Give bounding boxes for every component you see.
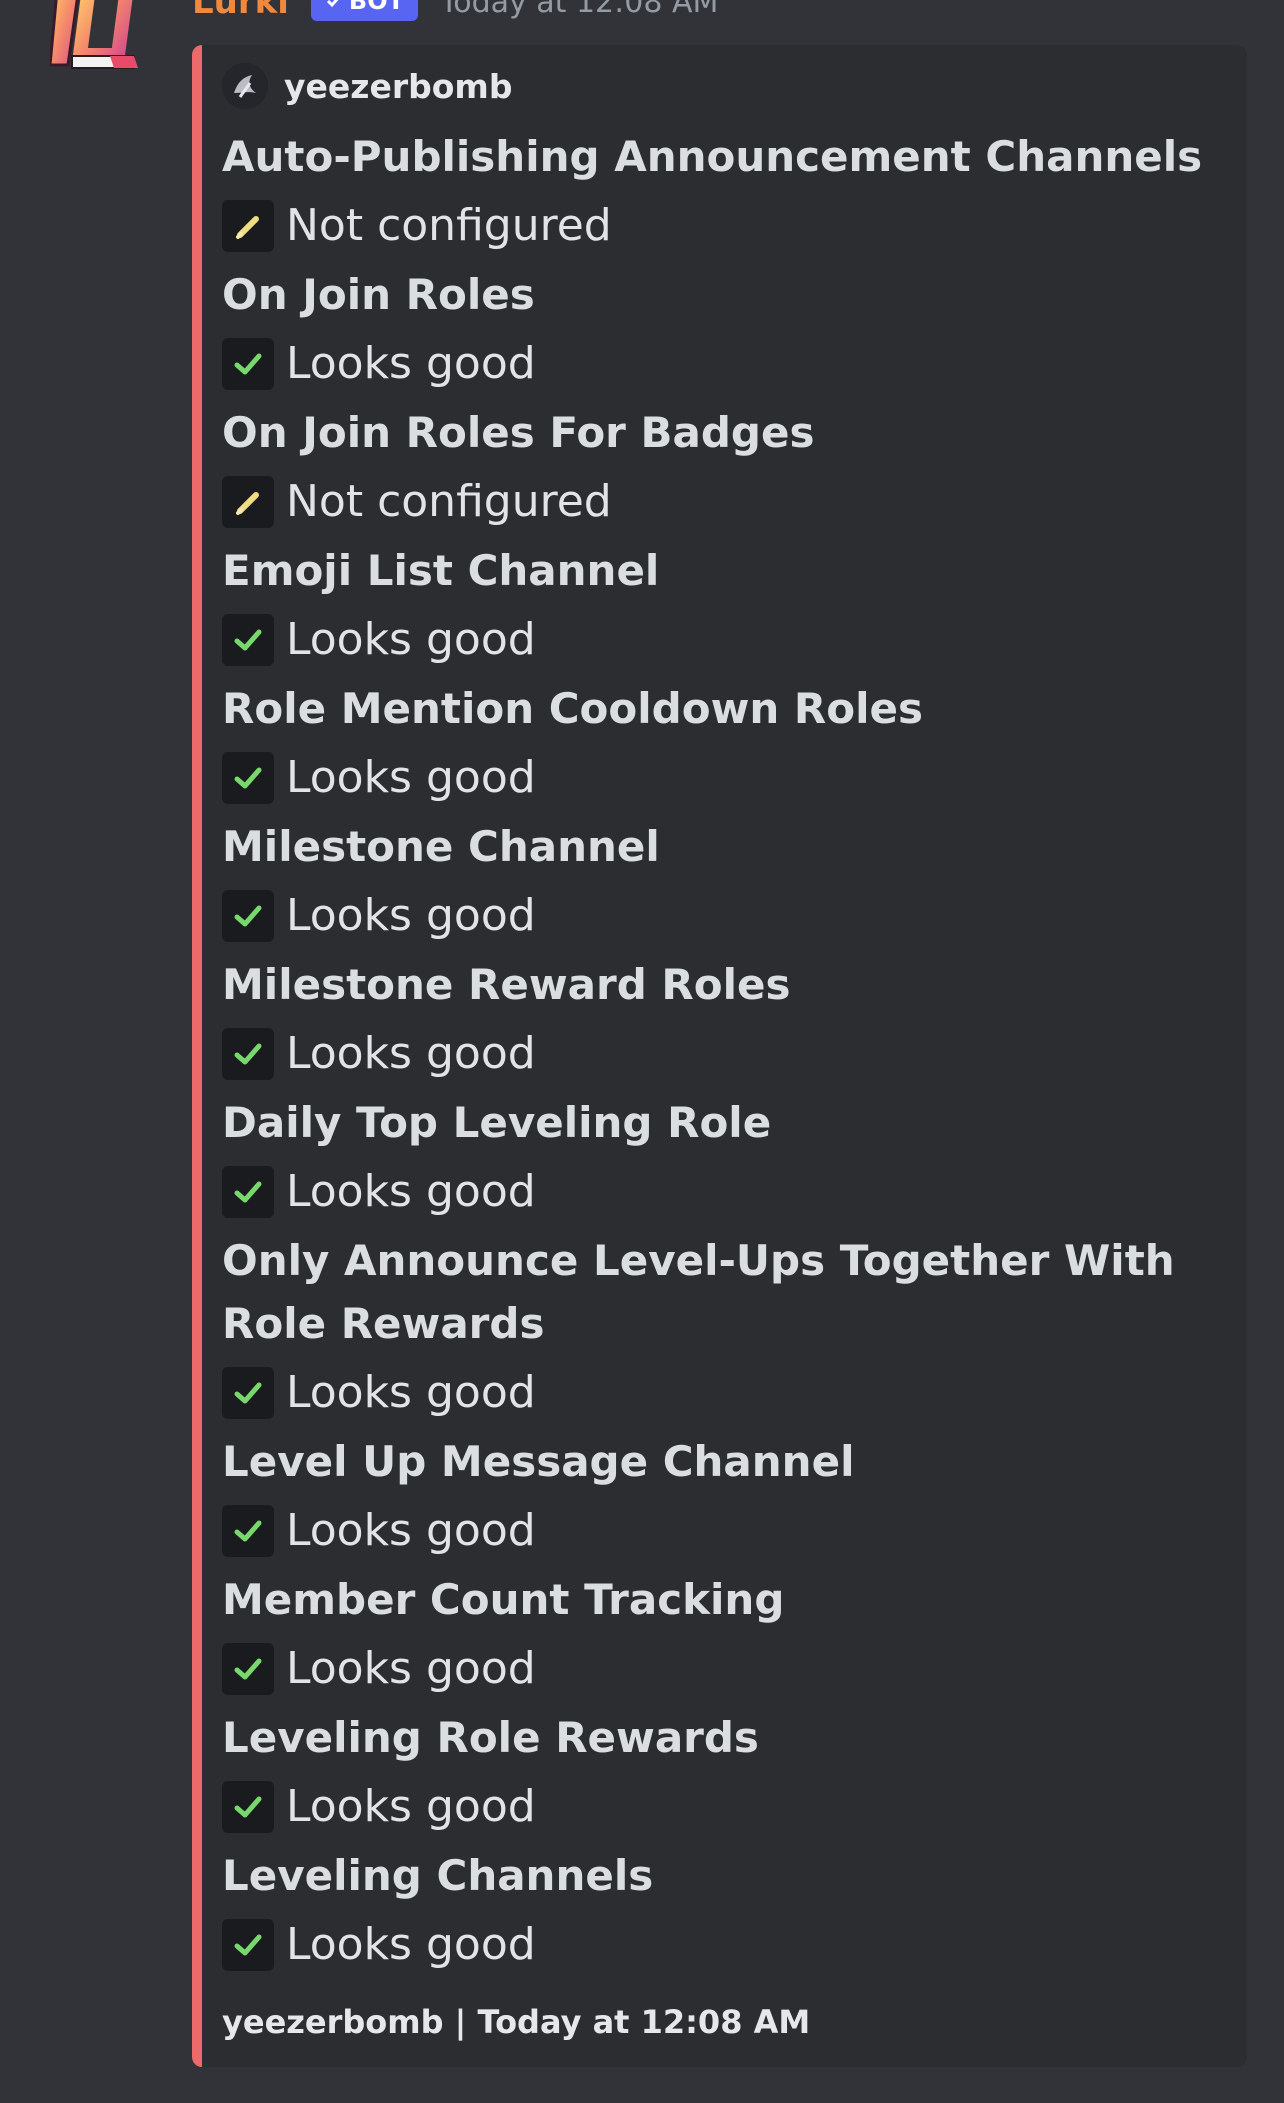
checkmark-icon [222,1027,274,1080]
field-value: Looks good [222,1493,1222,1568]
field-value: Looks good [222,1769,1222,1844]
field-name: Milestone Reward Roles [222,960,791,1009]
field-value: Looks good [222,878,1222,953]
checkmark-icon [222,1642,274,1695]
checkmark-icon [222,1780,274,1833]
field-name: Daily Top Leveling Role [222,1098,772,1147]
field-status-text: Looks good [286,1643,536,1694]
field-status-text: Looks good [286,890,536,941]
field-name: Milestone Channel [222,822,660,871]
field-value: Looks good [222,1631,1222,1706]
field-name: Role Mention Cooldown Roles [222,684,923,733]
field-name: Leveling Channels [222,1851,654,1900]
field-value: Looks good [222,602,1222,677]
field-value: Looks good [222,1154,1222,1229]
checkmark-icon [222,1918,274,1971]
field-name: Leveling Role Rewards [222,1713,759,1762]
field-value: Looks good [222,1355,1222,1430]
field-status-text: Not configured [286,476,612,527]
field-name: Only Announce Level-Ups Together With Ro… [222,1236,1175,1348]
field-status-text: Looks good [286,338,536,389]
field-status-text: Looks good [286,1781,536,1832]
pencil-icon [222,475,274,528]
embed-footer: yeezerbomb | Today at 12:08 AM [222,2003,811,2041]
checkmark-icon [222,751,274,804]
field-value: Looks good [222,1016,1222,1091]
embed-author: yeezerbomb [222,63,512,109]
bot-badge-label: BOT [348,0,404,15]
field-status-text: Looks good [286,1367,536,1418]
field-status-text: Looks good [286,1028,536,1079]
field-status-text: Looks good [286,614,536,665]
checkmark-icon [222,1504,274,1557]
pencil-icon [222,199,274,252]
embed-author-avatar [222,63,268,109]
message-header: Lurki BOT Today at 12:08 AM [192,0,718,24]
verified-check-icon [326,0,339,8]
field-name: On Join Roles [222,270,535,319]
embed-accent-bar [192,45,202,2067]
field-status-text: Looks good [286,1166,536,1217]
field-status-text: Looks good [286,1919,536,1970]
checkmark-icon [222,337,274,390]
field-value: Looks good [222,740,1222,815]
field-status-text: Looks good [286,1505,536,1556]
bot-avatar-icon [48,0,138,69]
checkmark-icon [222,1165,274,1218]
message-timestamp[interactable]: Today at 12:08 AM [440,0,718,20]
bot-badge: BOT [310,0,418,21]
field-name: Member Count Tracking [222,1575,785,1624]
field-status-text: Not configured [286,200,612,251]
field-name: On Join Roles For Badges [222,408,815,457]
field-name: Auto-Publishing Announcement Channels [222,132,1203,181]
field-value: Looks good [222,326,1222,401]
author-name[interactable]: Lurki [192,0,289,22]
field-value: Not configured [222,188,1222,263]
embed-card: yeezerbomb Auto-Publishing Announcement … [192,45,1247,2067]
checkmark-icon [222,613,274,666]
discord-message: Lurki BOT Today at 12:08 AM yeezerbomb A… [0,0,1284,2103]
field-name: Level Up Message Channel [222,1437,855,1486]
bot-avatar[interactable] [48,0,150,80]
field-value: Looks good [222,1907,1222,1982]
field-value: Not configured [222,464,1222,539]
checkmark-icon [222,889,274,942]
embed-author-name[interactable]: yeezerbomb [284,67,512,106]
checkmark-icon [222,1366,274,1419]
field-name: Emoji List Channel [222,546,660,595]
field-status-text: Looks good [286,752,536,803]
user-avatar-icon [222,63,268,109]
embed-fields: Auto-Publishing Announcement Channels Not… [222,125,1222,1982]
